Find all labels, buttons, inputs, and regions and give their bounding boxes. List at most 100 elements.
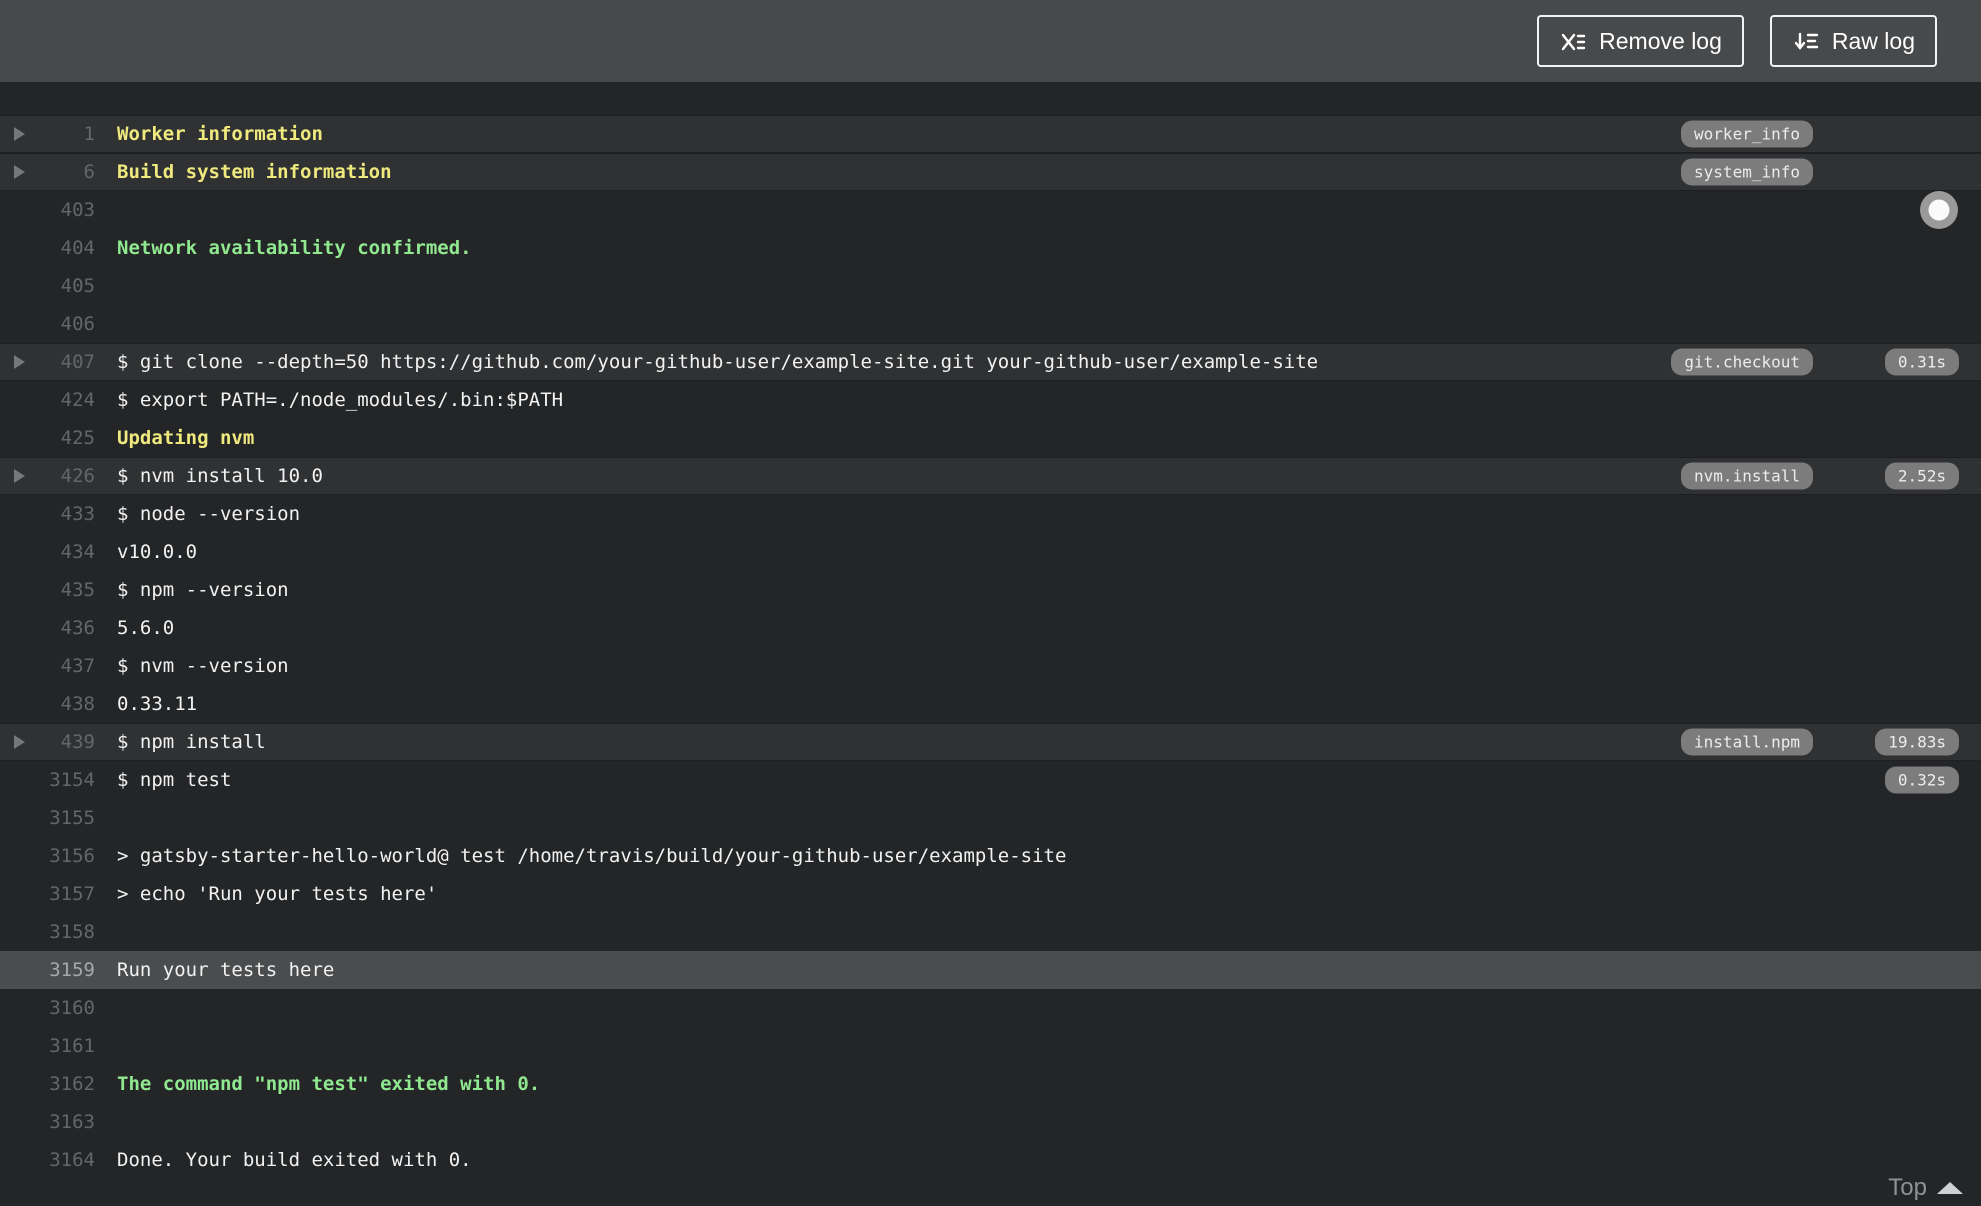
line-gutter: 1 xyxy=(0,123,95,145)
line-number[interactable]: 1 xyxy=(84,123,95,145)
line-number[interactable]: 425 xyxy=(61,427,95,449)
line-number[interactable]: 3159 xyxy=(49,959,95,981)
line-number[interactable]: 3155 xyxy=(49,807,95,829)
line-gutter: 6 xyxy=(0,161,95,183)
line-number[interactable]: 3154 xyxy=(49,769,95,791)
log-text: $ node --version xyxy=(117,503,301,525)
log-line: 405 xyxy=(0,267,1981,305)
line-number[interactable]: 407 xyxy=(61,351,95,373)
fold-toggle-icon[interactable] xyxy=(14,735,25,749)
line-gutter: 439 xyxy=(0,731,95,753)
line-gutter: 3160 xyxy=(0,997,95,1019)
line-gutter: 3156 xyxy=(0,845,95,867)
line-number[interactable]: 436 xyxy=(61,617,95,639)
fold-toggle-icon[interactable] xyxy=(14,127,25,141)
line-number[interactable]: 3164 xyxy=(49,1149,95,1171)
line-number[interactable]: 435 xyxy=(61,579,95,601)
line-number[interactable]: 403 xyxy=(61,199,95,221)
log-text: Worker information xyxy=(117,123,323,145)
log-line: 403 xyxy=(0,191,1981,229)
line-number[interactable]: 3162 xyxy=(49,1073,95,1095)
line-gutter: 3163 xyxy=(0,1111,95,1133)
log-line: 433 $ node --version xyxy=(0,495,1981,533)
line-number[interactable]: 426 xyxy=(61,465,95,487)
line-gutter: 3154 xyxy=(0,769,95,791)
remove-log-icon xyxy=(1559,27,1587,55)
log-text: Network availability confirmed. xyxy=(117,237,472,259)
raw-log-label: Raw log xyxy=(1831,27,1915,54)
log-text: $ npm test xyxy=(117,769,232,791)
line-number[interactable]: 3161 xyxy=(49,1035,95,1057)
log-text: $ npm install xyxy=(117,731,266,753)
line-number[interactable]: 438 xyxy=(61,693,95,715)
log-line: 3158 xyxy=(0,913,1981,951)
log-lines: 1 Worker information worker_info 6 Build… xyxy=(0,115,1981,1179)
log-line: 3160 xyxy=(0,989,1981,1027)
log-line: 426 $ nvm install 10.0 nvm.install 2.52s xyxy=(0,457,1981,495)
log-line: 406 xyxy=(0,305,1981,343)
log-line: 424 $ export PATH=./node_modules/.bin:$P… xyxy=(0,381,1981,419)
line-number[interactable]: 404 xyxy=(61,237,95,259)
log-toolbar: Remove log Raw log xyxy=(0,0,1981,82)
line-number[interactable]: 433 xyxy=(61,503,95,525)
line-number[interactable]: 6 xyxy=(84,161,95,183)
line-gutter: 3159 xyxy=(0,959,95,981)
fold-tag-badge: system_info xyxy=(1681,158,1813,186)
log-line: 407 $ git clone --depth=50 https://githu… xyxy=(0,343,1981,381)
remove-log-button[interactable]: Remove log xyxy=(1537,15,1744,67)
line-gutter: 403 xyxy=(0,199,95,221)
log-text: $ nvm --version xyxy=(117,655,289,677)
log-text: $ npm --version xyxy=(117,579,289,601)
duration-badge: 19.83s xyxy=(1875,728,1959,756)
fold-toggle-icon[interactable] xyxy=(14,165,25,179)
line-gutter: 3161 xyxy=(0,1035,95,1057)
triangle-up-icon xyxy=(1937,1182,1963,1194)
log-line: 3161 xyxy=(0,1027,1981,1065)
log-text: 5.6.0 xyxy=(117,617,175,639)
line-gutter: 438 xyxy=(0,693,95,715)
log-text: $ export PATH=./node_modules/.bin:$PATH xyxy=(117,389,564,411)
line-number[interactable]: 406 xyxy=(61,313,95,335)
line-number[interactable]: 3158 xyxy=(49,921,95,943)
log-line: 3157 > echo 'Run your tests here' xyxy=(0,875,1981,913)
line-number[interactable]: 437 xyxy=(61,655,95,677)
log-text: Updating nvm xyxy=(117,427,255,449)
log-text: The command "npm test" exited with 0. xyxy=(117,1073,541,1095)
fold-toggle-icon[interactable] xyxy=(14,469,25,483)
line-number[interactable]: 3157 xyxy=(49,883,95,905)
fold-tag-badge: nvm.install xyxy=(1681,462,1813,490)
line-gutter: 435 xyxy=(0,579,95,601)
duration-badge: 2.52s xyxy=(1884,462,1959,490)
line-number[interactable]: 3163 xyxy=(49,1111,95,1133)
line-gutter: 434 xyxy=(0,541,95,563)
log-text: v10.0.0 xyxy=(117,541,198,563)
line-number[interactable]: 434 xyxy=(61,541,95,563)
fold-toggle-icon[interactable] xyxy=(14,355,25,369)
log-text: > echo 'Run your tests here' xyxy=(117,883,438,905)
scroll-to-top-link[interactable]: Top xyxy=(1888,1174,1963,1202)
fold-tag-badge: worker_info xyxy=(1681,120,1813,148)
line-number[interactable]: 405 xyxy=(61,275,95,297)
log-line: 438 0.33.11 xyxy=(0,685,1981,723)
raw-log-button[interactable]: Raw log xyxy=(1769,15,1937,67)
scroll-indicator[interactable] xyxy=(1920,191,1958,229)
line-gutter: 406 xyxy=(0,313,95,335)
log-line: 3156 > gatsby-starter-hello-world@ test … xyxy=(0,837,1981,875)
line-number[interactable]: 439 xyxy=(61,731,95,753)
line-gutter: 3162 xyxy=(0,1073,95,1095)
line-gutter: 433 xyxy=(0,503,95,525)
log-line: 425 Updating nvm xyxy=(0,419,1981,457)
log-line: 436 5.6.0 xyxy=(0,609,1981,647)
line-gutter: 437 xyxy=(0,655,95,677)
remove-log-label: Remove log xyxy=(1599,27,1722,54)
log-line: 404 Network availability confirmed. xyxy=(0,229,1981,267)
line-number[interactable]: 424 xyxy=(61,389,95,411)
log-text: 0.33.11 xyxy=(117,693,198,715)
line-gutter: 424 xyxy=(0,389,95,411)
log-line: 3154 $ npm test 0.32s xyxy=(0,761,1981,799)
line-gutter: 3164 xyxy=(0,1149,95,1171)
line-number[interactable]: 3160 xyxy=(49,997,95,1019)
line-number[interactable]: 3156 xyxy=(49,845,95,867)
fold-tag-badge: git.checkout xyxy=(1671,348,1813,376)
log-text: Run your tests here xyxy=(117,959,335,981)
